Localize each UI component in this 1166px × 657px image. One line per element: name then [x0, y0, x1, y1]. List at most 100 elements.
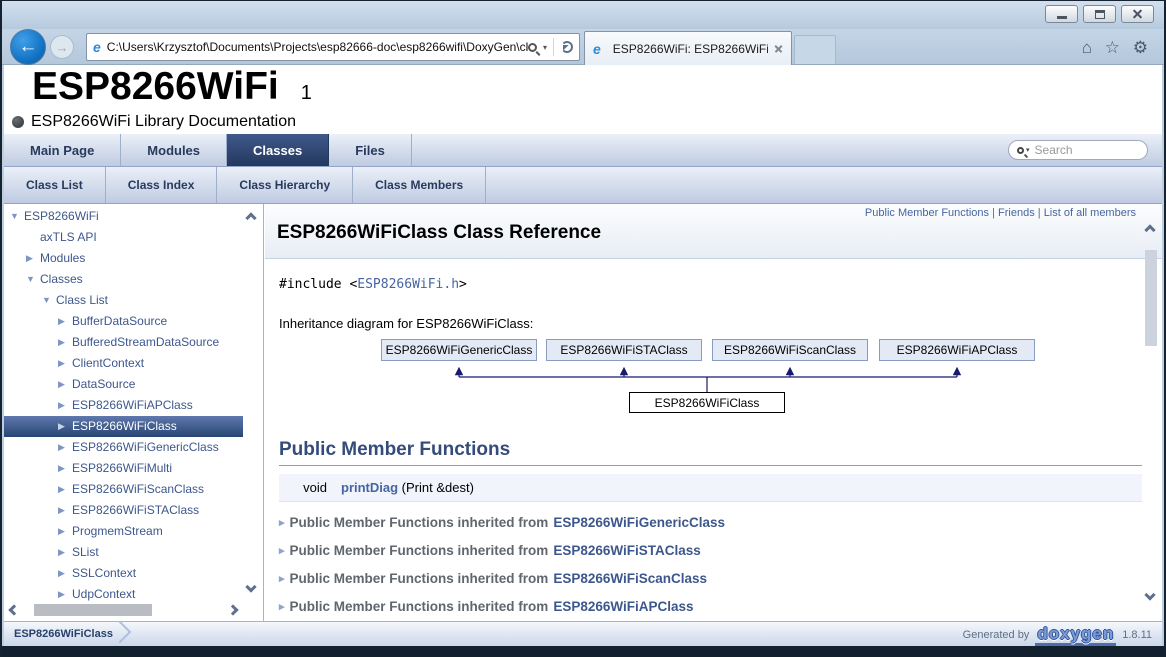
tab-close-icon[interactable]: [774, 44, 783, 53]
include-file-link[interactable]: ESP8266WiFi.h: [357, 277, 459, 292]
tree-item-esp8266wifigenericclass[interactable]: ▶ESP8266WiFiGenericClass: [4, 437, 243, 458]
tree-item-label: Class List: [56, 290, 108, 311]
tree-closed-arrow-icon[interactable]: ▶: [58, 395, 72, 416]
inherited-section[interactable]: ▸Public Member Functions inherited fromE…: [279, 515, 1142, 530]
expand-arrow-icon[interactable]: ▸: [279, 516, 285, 529]
summary-link[interactable]: List of all members: [1044, 207, 1136, 219]
tab-main-page[interactable]: Main Page: [4, 134, 121, 166]
tree-item-datasource[interactable]: ▶DataSource: [4, 374, 243, 395]
tree-open-arrow-icon[interactable]: ▼: [10, 206, 24, 227]
maximize-button[interactable]: [1083, 5, 1116, 23]
tree-item-esp8266wifi[interactable]: ▼ESP8266WiFi: [4, 206, 243, 227]
tree-item-sslcontext[interactable]: ▶SSLContext: [4, 563, 243, 584]
search-input[interactable]: [1035, 143, 1125, 157]
tree-item-classes[interactable]: ▼Classes: [4, 269, 243, 290]
breadcrumb[interactable]: ESP8266WiFiClass: [14, 628, 113, 640]
new-tab-stub[interactable]: [794, 35, 836, 64]
tree-closed-arrow-icon[interactable]: ▶: [58, 521, 72, 542]
inheritance-box-parent[interactable]: ESP8266WiFiAPClass: [879, 339, 1035, 361]
tree-open-arrow-icon[interactable]: ▼: [26, 269, 40, 290]
tree-closed-arrow-icon[interactable]: ▶: [58, 479, 72, 500]
tree-closed-arrow-icon[interactable]: ▶: [58, 500, 72, 521]
tree-closed-arrow-icon[interactable]: ▶: [26, 248, 40, 269]
inherited-class-link[interactable]: ESP8266WiFiSTAClass: [553, 543, 700, 558]
tree-item-esp8266wifimulti[interactable]: ▶ESP8266WiFiMulti: [4, 458, 243, 479]
address-search-icon[interactable]: [528, 43, 537, 52]
inheritance-box-parent[interactable]: ESP8266WiFiScanClass: [712, 339, 868, 361]
inherited-section[interactable]: ▸Public Member Functions inherited fromE…: [279, 599, 1142, 614]
sidebar-vertical-scrollbar[interactable]: [244, 210, 260, 595]
tree-item-esp8266wifiapclass[interactable]: ▶ESP8266WiFiAPClass: [4, 395, 243, 416]
tree-closed-arrow-icon[interactable]: ▶: [58, 374, 72, 395]
refresh-icon[interactable]: [561, 41, 573, 53]
scrollbar-thumb[interactable]: [34, 604, 152, 616]
tree-closed-arrow-icon[interactable]: ▶: [58, 416, 72, 437]
inheritance-box-parent[interactable]: ESP8266WiFiSTAClass: [546, 339, 702, 361]
member-name-link[interactable]: printDiag: [341, 480, 398, 495]
scroll-down-icon[interactable]: [1144, 589, 1155, 600]
scroll-down-icon[interactable]: [245, 581, 256, 592]
address-dropdown-icon[interactable]: ▾: [543, 43, 547, 52]
inherited-class-link[interactable]: ESP8266WiFiGenericClass: [553, 515, 725, 530]
scroll-right-icon[interactable]: [227, 604, 238, 615]
subtab-class-hierarchy[interactable]: Class Hierarchy: [217, 167, 353, 203]
close-button[interactable]: [1121, 5, 1154, 23]
tree-closed-arrow-icon[interactable]: ▶: [58, 542, 72, 563]
doxygen-logo[interactable]: doxygen: [1035, 625, 1116, 646]
inherited-class-link[interactable]: ESP8266WiFiAPClass: [553, 599, 693, 614]
minimize-button[interactable]: [1045, 5, 1078, 23]
tree-item-slist[interactable]: ▶SList: [4, 542, 243, 563]
summary-link[interactable]: Public Member Functions: [865, 207, 989, 219]
browser-tab[interactable]: e ESP8266WiFi: ESP8266WiFi...: [584, 31, 792, 65]
tree-closed-arrow-icon[interactable]: ▶: [58, 332, 72, 353]
search-box[interactable]: ▾: [1008, 140, 1148, 160]
summary-link[interactable]: Friends: [998, 207, 1035, 219]
tree-item-bufferdatasource[interactable]: ▶BufferDataSource: [4, 311, 243, 332]
subtab-class-members[interactable]: Class Members: [353, 167, 486, 203]
member-row: void printDiag (Print &dest): [279, 474, 1142, 502]
tree-item-progmemstream[interactable]: ▶ProgmemStream: [4, 521, 243, 542]
scroll-up-icon[interactable]: [1144, 224, 1155, 235]
inherited-class-link[interactable]: ESP8266WiFiScanClass: [553, 571, 707, 586]
inherited-section[interactable]: ▸Public Member Functions inherited fromE…: [279, 543, 1142, 558]
tree-closed-arrow-icon[interactable]: ▶: [58, 437, 72, 458]
tree-item-bufferedstreamdatasource[interactable]: ▶BufferedStreamDataSource: [4, 332, 243, 353]
inheritance-box-parent[interactable]: ESP8266WiFiGenericClass: [381, 339, 537, 361]
tree-item-clientcontext[interactable]: ▶ClientContext: [4, 353, 243, 374]
tree-closed-arrow-icon[interactable]: ▶: [58, 353, 72, 374]
expand-arrow-icon[interactable]: ▸: [279, 600, 285, 613]
address-text[interactable]: C:\Users\Krzysztof\Documents\Projects\es…: [107, 40, 528, 54]
address-bar[interactable]: e C:\Users\Krzysztof\Documents\Projects\…: [86, 33, 580, 61]
tree-item-axtls api[interactable]: axTLS API: [4, 227, 243, 248]
tree-item-esp8266wificlass[interactable]: ▶ESP8266WiFiClass: [4, 416, 243, 437]
scroll-left-icon[interactable]: [8, 604, 19, 615]
forward-button[interactable]: →: [50, 35, 74, 59]
tab-modules[interactable]: Modules: [121, 134, 227, 166]
content-vertical-scrollbar[interactable]: [1143, 210, 1159, 615]
tree-item-modules[interactable]: ▶Modules: [4, 248, 243, 269]
tab-files[interactable]: Files: [329, 134, 412, 166]
expand-arrow-icon[interactable]: ▸: [279, 544, 285, 557]
title-bar[interactable]: [2, 1, 1164, 29]
subtab-class-index[interactable]: Class Index: [106, 167, 218, 203]
scroll-up-icon[interactable]: [245, 212, 256, 223]
sidebar-horizontal-scrollbar[interactable]: [8, 602, 239, 618]
tree-item-esp8266wifistaclass[interactable]: ▶ESP8266WiFiSTAClass: [4, 500, 243, 521]
scrollbar-thumb[interactable]: [1145, 250, 1157, 346]
tree-closed-arrow-icon[interactable]: ▶: [58, 563, 72, 584]
tree-item-class list[interactable]: ▼Class List: [4, 290, 243, 311]
tab-classes[interactable]: Classes: [227, 134, 329, 166]
tree-closed-arrow-icon[interactable]: ▶: [58, 458, 72, 479]
inheritance-box-child[interactable]: ESP8266WiFiClass: [629, 392, 785, 413]
favorites-star-icon[interactable]: ☆: [1105, 38, 1120, 58]
home-icon[interactable]: ⌂: [1082, 38, 1092, 58]
tree-item-esp8266wifiscanclass[interactable]: ▶ESP8266WiFiScanClass: [4, 479, 243, 500]
tree-open-arrow-icon[interactable]: ▼: [42, 290, 56, 311]
inherited-section[interactable]: ▸Public Member Functions inherited fromE…: [279, 571, 1142, 586]
search-dropdown-icon[interactable]: ▾: [1026, 146, 1030, 154]
expand-arrow-icon[interactable]: ▸: [279, 572, 285, 585]
back-button[interactable]: ←: [10, 29, 46, 65]
settings-gear-icon[interactable]: ⚙: [1133, 38, 1148, 58]
subtab-class-list[interactable]: Class List: [4, 167, 106, 203]
tree-closed-arrow-icon[interactable]: ▶: [58, 311, 72, 332]
